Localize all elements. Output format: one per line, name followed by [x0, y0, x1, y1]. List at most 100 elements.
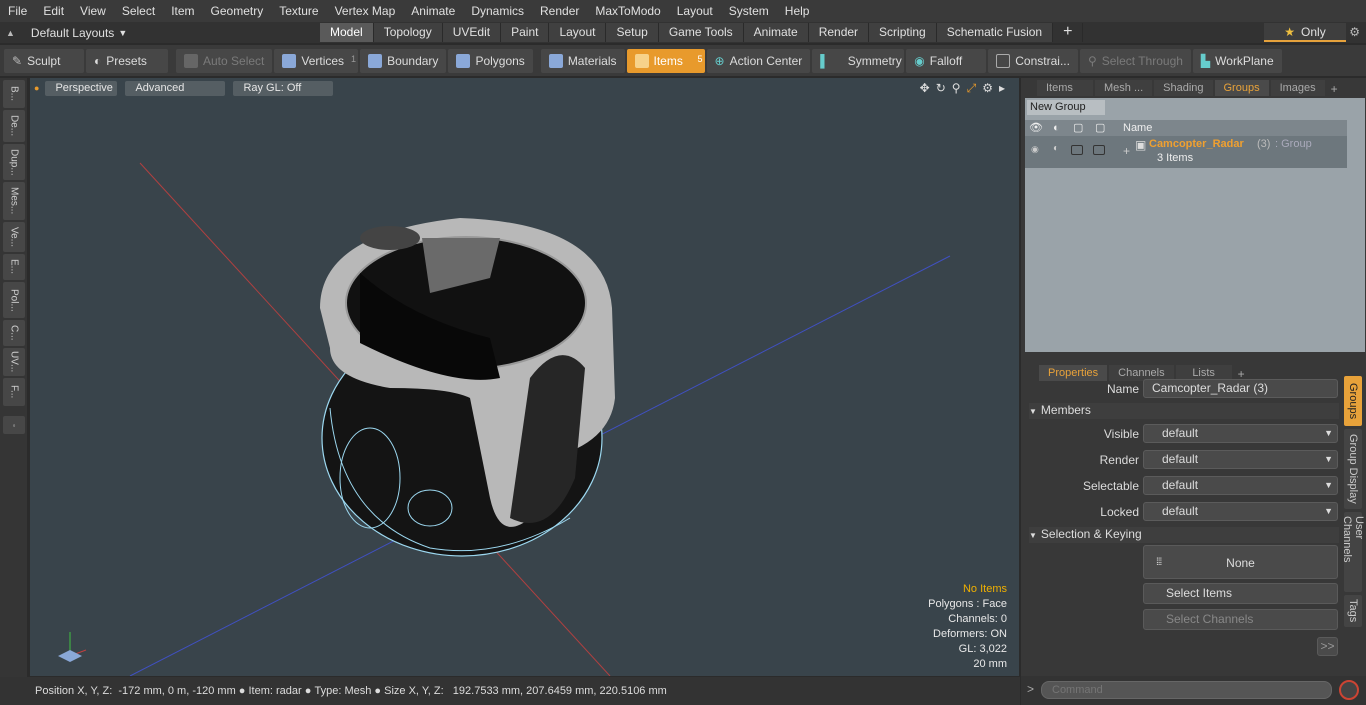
tab-mesh[interactable]: Mesh ... — [1095, 80, 1153, 96]
key-none-button[interactable]: ⁞⁞⁞ None — [1143, 545, 1338, 579]
raygl-button[interactable]: Ray GL: Off — [233, 80, 334, 96]
menu-dynamics[interactable]: Dynamics — [463, 4, 532, 18]
tab-uvedit[interactable]: UVEdit — [442, 23, 502, 42]
boundary-button[interactable]: Boundary — [360, 48, 447, 73]
perspective-button[interactable]: Perspective — [45, 80, 118, 96]
rotate-view-icon[interactable]: ↻ — [936, 81, 946, 96]
maximize-icon[interactable]: ⤢ — [967, 81, 977, 96]
tab-paint[interactable]: Paint — [501, 23, 550, 42]
add-tab-icon[interactable]: + — [1331, 82, 1338, 96]
menu-vertex-map[interactable]: Vertex Map — [327, 4, 404, 18]
select-through-button[interactable]: ⚲ Select Through — [1079, 48, 1191, 73]
constraints-button[interactable]: Constrai... — [988, 48, 1078, 73]
side-tab-groups[interactable]: Groups — [1344, 376, 1362, 426]
gear-icon[interactable]: ⚙ — [1349, 25, 1360, 39]
sculpt-button[interactable]: ✎ Sculpt — [4, 48, 84, 73]
tab-shading[interactable]: Shading — [1154, 80, 1213, 96]
expand-icon[interactable]: + — [1123, 144, 1130, 158]
tab-properties[interactable]: Properties — [1039, 365, 1108, 381]
menu-texture[interactable]: Texture — [271, 4, 326, 18]
left-tab-polygon[interactable]: Pol... — [3, 282, 25, 318]
menu-maxtomodo[interactable]: MaxToModo — [587, 4, 668, 18]
workplane-button[interactable]: ▙ WorkPlane — [1192, 48, 1282, 73]
tab-groups[interactable]: Groups — [1214, 80, 1269, 96]
left-tab-basic[interactable]: B... — [3, 80, 25, 108]
menu-file[interactable]: File — [0, 4, 35, 18]
more-button[interactable]: >> — [1317, 637, 1338, 656]
left-tab-fusion[interactable]: F... — [3, 378, 25, 406]
tab-images[interactable]: Images — [1270, 80, 1325, 96]
menu-animate[interactable]: Animate — [403, 4, 463, 18]
new-group-button[interactable]: New Group — [1027, 100, 1105, 115]
side-tab-group-display[interactable]: Group Display — [1344, 429, 1362, 509]
add-tab-button[interactable]: + — [1053, 23, 1084, 42]
tab-schematic-fusion[interactable]: Schematic Fusion — [936, 23, 1054, 42]
lock-toggle-icon[interactable] — [1071, 145, 1083, 155]
advanced-button[interactable]: Advanced — [125, 80, 226, 96]
select-through-label: Select Through — [1101, 53, 1183, 68]
symmetry-button[interactable]: ▌ Symmetry — [812, 48, 905, 73]
menu-render[interactable]: Render — [532, 4, 587, 18]
layout-dropdown[interactable]: ▲ Default Layouts ▼ — [0, 26, 320, 40]
presets-button[interactable]: ◐ Presets — [86, 48, 168, 73]
render-toggle-icon[interactable]: ◐ — [1053, 143, 1059, 154]
tab-topology[interactable]: Topology — [373, 23, 443, 42]
menu-edit[interactable]: Edit — [35, 4, 72, 18]
viewport-settings-icon[interactable]: ⚙ — [982, 81, 993, 96]
menu-select[interactable]: Select — [114, 4, 163, 18]
tab-model[interactable]: Model — [320, 23, 374, 42]
3d-viewport[interactable]: ● Perspective Advanced Ray GL: Off ✥ ↻ ⚲… — [30, 78, 1019, 676]
members-section[interactable]: ▼ Members — [1029, 403, 1339, 419]
name-field[interactable]: Camcopter_Radar (3) — [1143, 379, 1338, 398]
auto-select-button[interactable]: Auto Select — [176, 48, 273, 73]
selectable-dropdown[interactable]: default ▼ — [1143, 476, 1338, 495]
items-button[interactable]: Items 5 — [626, 48, 705, 73]
render-dropdown[interactable]: default ▼ — [1143, 450, 1338, 469]
falloff-button[interactable]: ◉ Falloff — [906, 48, 987, 73]
tab-setup[interactable]: Setup — [606, 23, 659, 42]
left-tab-deform[interactable]: De... — [3, 110, 25, 142]
vertices-button[interactable]: Vertices 1 — [274, 48, 359, 73]
menu-view[interactable]: View — [72, 4, 114, 18]
left-tab-uv[interactable]: UV... — [3, 348, 25, 376]
materials-button[interactable]: Materials — [540, 48, 625, 73]
visible-dropdown[interactable]: default ▼ — [1143, 424, 1338, 443]
move-view-icon[interactable]: ✥ — [920, 81, 930, 96]
zoom-view-icon[interactable]: ⚲ — [952, 81, 961, 96]
selection-keying-section[interactable]: ▼ Selection & Keying — [1029, 527, 1339, 543]
viewport-menu-icon[interactable]: ▸ — [999, 81, 1005, 96]
tab-scripting[interactable]: Scripting — [869, 23, 937, 42]
menu-geometry[interactable]: Geometry — [203, 4, 272, 18]
left-tab-edge[interactable]: E... — [3, 254, 25, 280]
visibility-toggle-icon[interactable]: ◉ — [1031, 144, 1039, 155]
side-tab-tags[interactable]: Tags — [1344, 595, 1362, 627]
menu-layout[interactable]: Layout — [669, 4, 721, 18]
menu-help[interactable]: Help — [777, 4, 818, 18]
item-value: radar — [276, 685, 302, 697]
left-tab-duplicate[interactable]: Dup... — [3, 144, 25, 180]
select-toggle-icon[interactable] — [1093, 145, 1105, 155]
left-tab-mesh-edit[interactable]: Mes... — [3, 182, 25, 220]
menu-system[interactable]: System — [721, 4, 777, 18]
tab-game-tools[interactable]: Game Tools — [658, 23, 744, 42]
group-row[interactable]: ◉ ◐ + ▣ Camcopter_Radar (3) : Group 3 It… — [1025, 136, 1347, 168]
select-channels-button[interactable]: Select Channels — [1143, 609, 1338, 630]
left-tab-curve[interactable]: C... — [3, 320, 25, 346]
side-tab-user-channels[interactable]: User Channels — [1341, 512, 1365, 592]
menu-item[interactable]: Item — [163, 4, 202, 18]
tab-layout[interactable]: Layout — [549, 23, 607, 42]
left-tab-expand[interactable]: ◦ — [3, 416, 25, 434]
command-input[interactable] — [1041, 681, 1332, 699]
polygons-button[interactable]: Polygons — [448, 48, 533, 73]
tab-render[interactable]: Render — [808, 23, 870, 42]
only-toggle[interactable]: ★ Only — [1264, 23, 1346, 42]
select-items-button[interactable]: Select Items — [1143, 583, 1338, 604]
tab-items[interactable]: Items — [1037, 80, 1093, 96]
action-center-button[interactable]: ⊕ Action Center — [706, 48, 811, 73]
members-label: Members — [1040, 403, 1091, 417]
tab-animate[interactable]: Animate — [743, 23, 809, 42]
left-tab-vertex[interactable]: Ve... — [3, 222, 25, 252]
record-icon[interactable] — [1339, 680, 1359, 700]
locked-dropdown[interactable]: default ▼ — [1143, 502, 1338, 521]
side-tab-label: User Channels — [1341, 516, 1365, 563]
